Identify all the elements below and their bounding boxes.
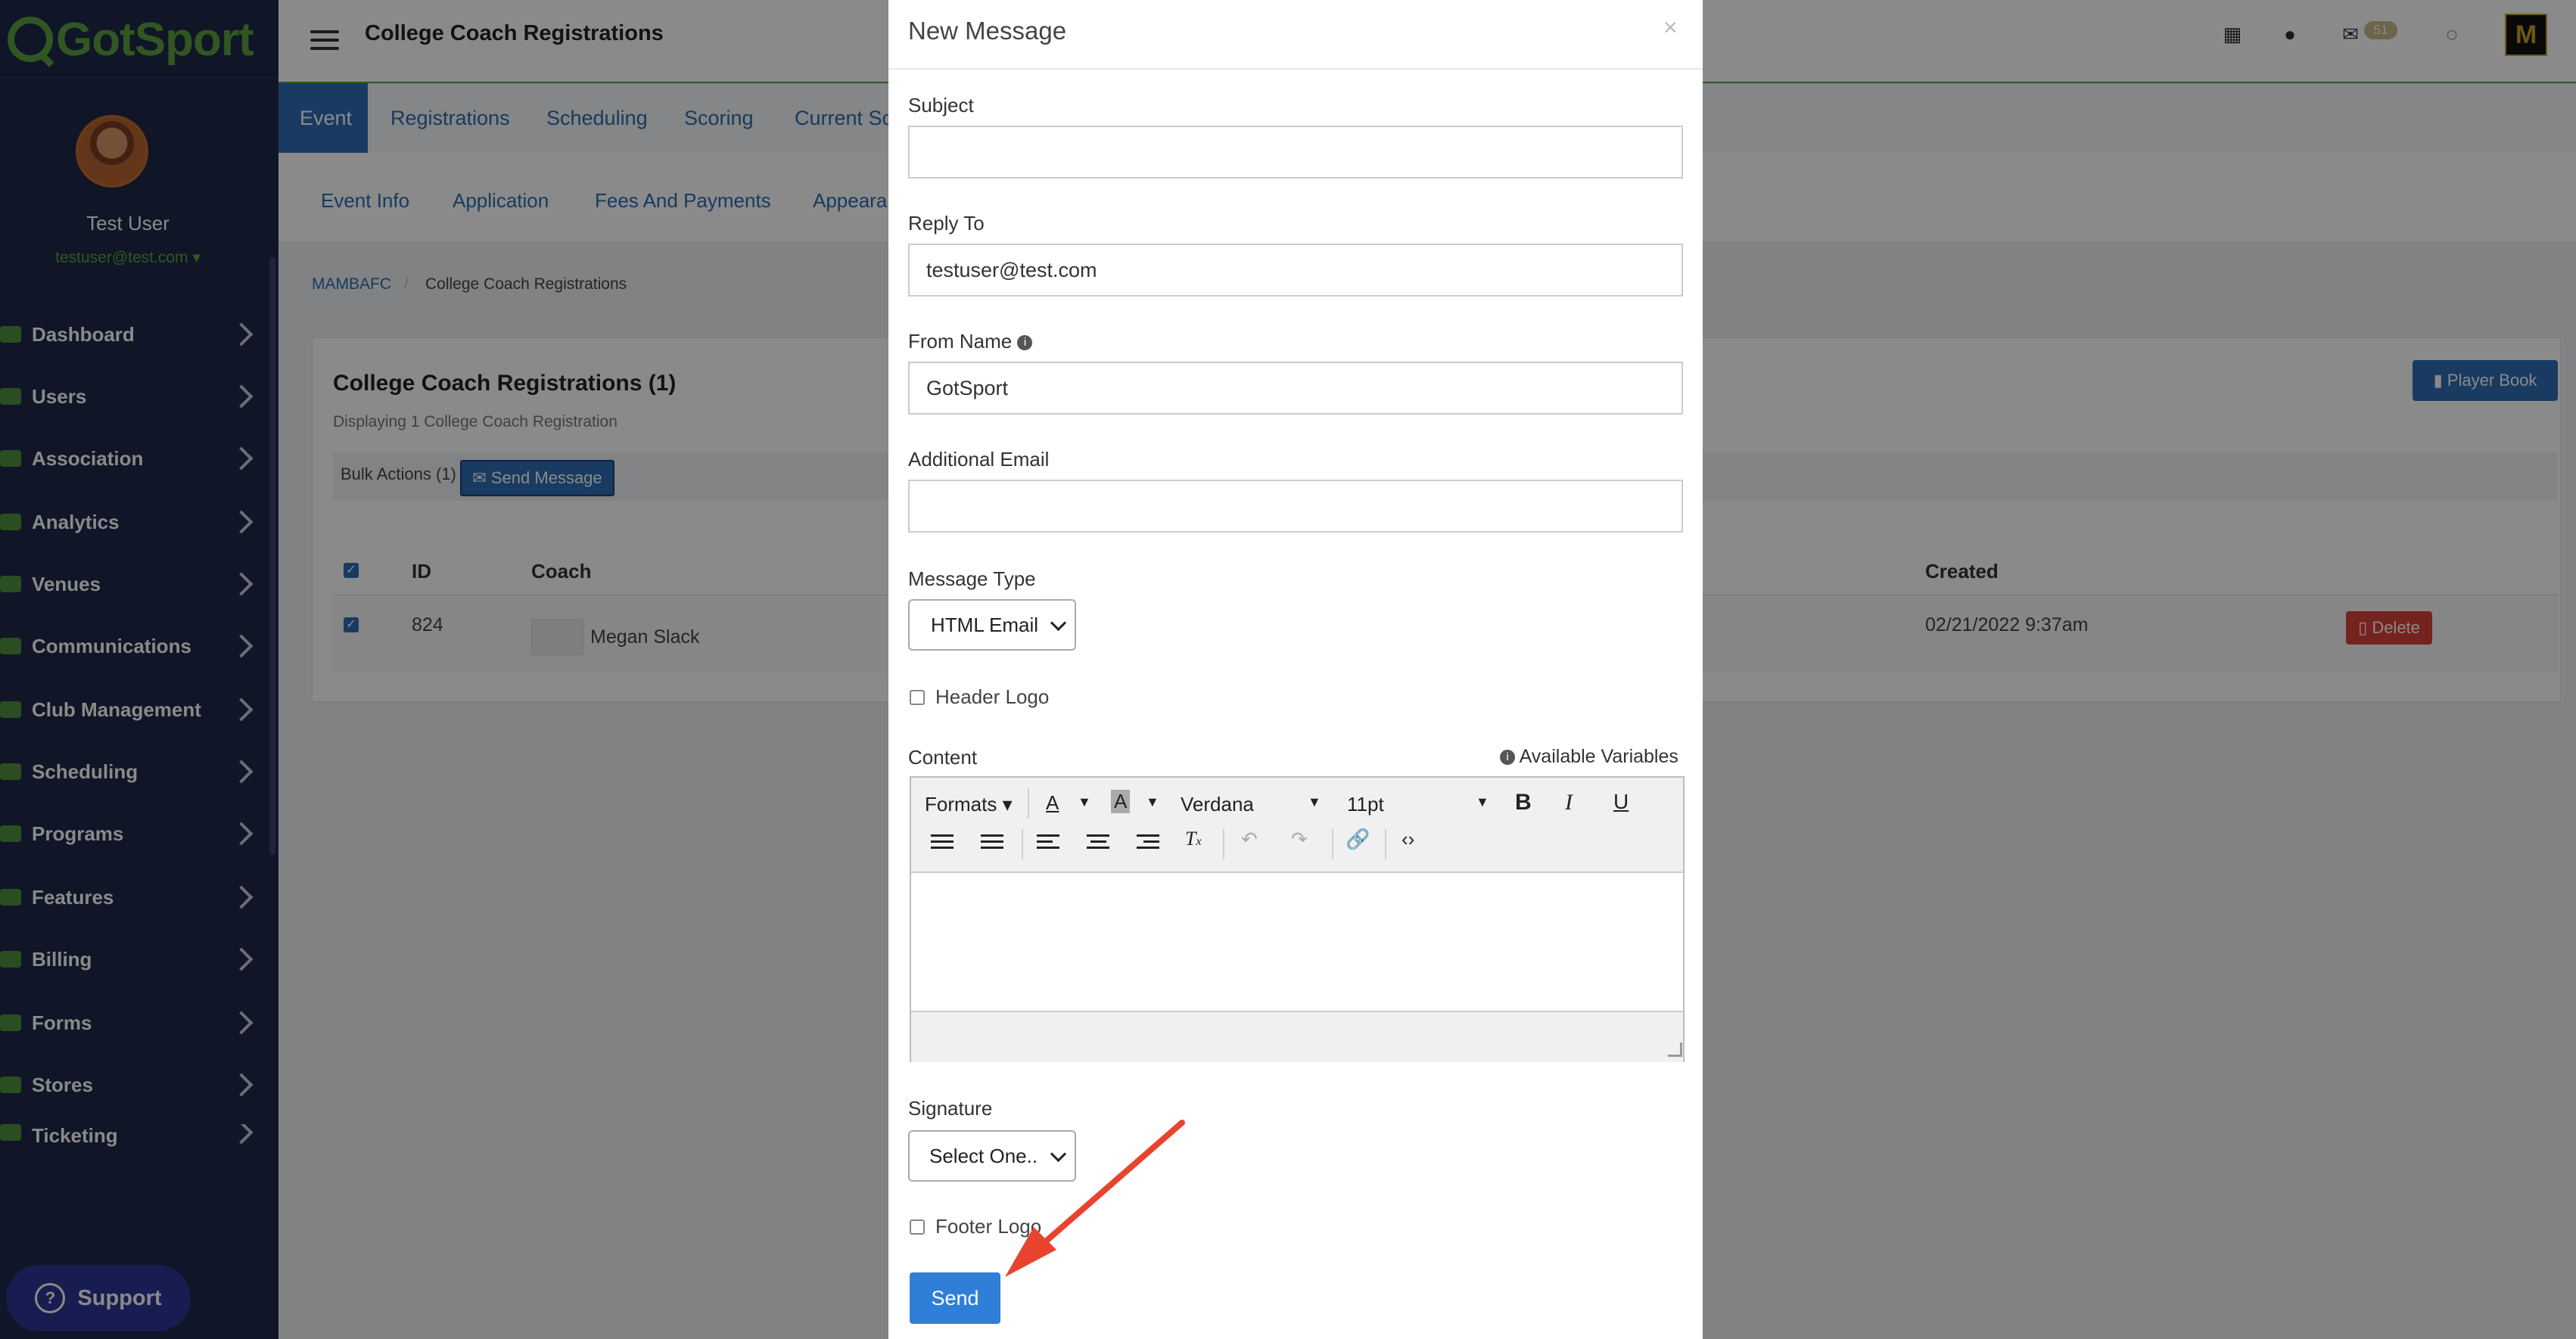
reply-to-input[interactable]: testuser@test.com	[908, 244, 1683, 297]
chevron-down-icon[interactable]: ▼	[1078, 794, 1091, 810]
text-color-icon[interactable]: A	[1046, 791, 1059, 815]
from-name-input[interactable]: GotSport	[908, 362, 1683, 415]
modal-header-divider	[888, 68, 1703, 70]
message-type-label: Message Type	[908, 567, 1036, 590]
font-family-value: Verdana	[1181, 793, 1254, 816]
header-logo-label: Header Logo	[935, 685, 1050, 708]
toolbar-separator	[1332, 829, 1333, 859]
message-type-value: HTML Email	[931, 613, 1039, 636]
close-icon[interactable]: ×	[1663, 14, 1678, 42]
bullet-list-icon[interactable]	[931, 831, 954, 853]
toolbar-separator	[1385, 829, 1386, 859]
annotation-arrow-icon	[1005, 1120, 1185, 1277]
header-logo-checkbox[interactable]	[910, 690, 925, 705]
undo-icon[interactable]: ↶	[1241, 828, 1258, 851]
font-size-dropdown[interactable]: 11pt	[1347, 793, 1384, 816]
align-right-icon[interactable]	[1137, 831, 1159, 853]
signature-label: Signature	[908, 1097, 993, 1120]
reply-to-label: Reply To	[908, 212, 985, 235]
chevron-down-icon[interactable]: ▼	[1308, 794, 1321, 810]
chevron-down-icon[interactable]: ▼	[1146, 794, 1159, 810]
formats-label: Formats	[925, 793, 997, 816]
editor-statusbar	[911, 1011, 1683, 1062]
toolbar-separator	[1028, 788, 1029, 819]
align-left-icon[interactable]	[1037, 831, 1059, 853]
info-icon[interactable]: i	[1017, 335, 1033, 351]
available-variables-label: Available Variables	[1519, 746, 1678, 767]
from-name-label: From Name i	[908, 330, 1033, 353]
from-name-label-text: From Name	[908, 330, 1013, 353]
footer-logo-checkbox[interactable]	[910, 1219, 925, 1235]
subject-input[interactable]	[908, 126, 1683, 179]
clear-formatting-icon[interactable]: Tx	[1185, 828, 1202, 850]
subject-label: Subject	[908, 94, 974, 117]
numbered-list-icon[interactable]	[981, 831, 1003, 853]
chevron-down-icon	[1050, 614, 1067, 632]
font-size-value: 11pt	[1347, 793, 1384, 816]
link-icon[interactable]: 🔗	[1346, 828, 1370, 851]
toolbar-separator	[1223, 829, 1224, 859]
additional-email-label: Additional Email	[908, 448, 1050, 471]
background-color-icon[interactable]: A	[1111, 790, 1131, 813]
content-label: Content	[908, 746, 978, 769]
redo-icon[interactable]: ↷	[1291, 828, 1308, 851]
source-code-icon[interactable]: ‹›	[1402, 828, 1414, 851]
align-center-icon[interactable]	[1087, 831, 1109, 853]
toolbar-separator	[1022, 829, 1023, 859]
formats-dropdown[interactable]: Formats ▾	[925, 793, 1013, 816]
modal-title: New Message	[908, 17, 1067, 45]
chevron-down-icon[interactable]: ▼	[1476, 794, 1489, 810]
underline-icon[interactable]: U	[1613, 790, 1629, 814]
font-family-dropdown[interactable]: Verdana	[1181, 793, 1254, 816]
additional-email-input[interactable]	[908, 480, 1683, 533]
resize-handle-icon[interactable]	[1668, 1042, 1682, 1057]
message-type-select[interactable]: HTML Email	[908, 599, 1076, 651]
available-variables-link[interactable]: i Available Variables	[1500, 746, 1678, 768]
italic-icon[interactable]: I	[1565, 790, 1573, 816]
bold-icon[interactable]: B	[1515, 790, 1532, 816]
info-icon: i	[1500, 750, 1515, 766]
